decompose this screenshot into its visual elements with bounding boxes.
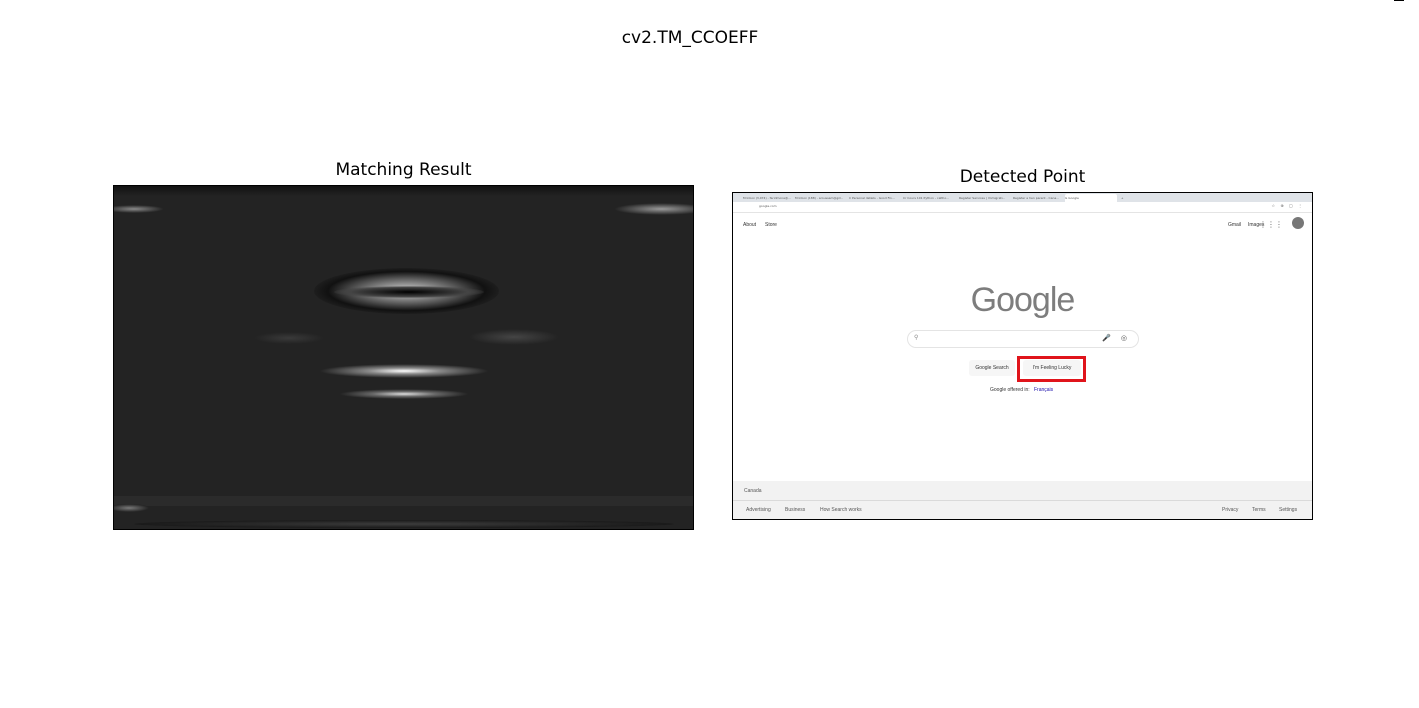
language-link[interactable]: Français [1034,387,1053,393]
advertising-link[interactable]: Advertising [746,507,771,513]
privacy-link[interactable]: Privacy [1222,507,1238,513]
browser-tab[interactable]: Register a hen parent - Cana... [1013,194,1061,202]
heat-streak-searchbar-left [254,332,324,344]
heat-streak-bottom-left [114,504,149,512]
browser-tab[interactable]: Cr Cours 101 Python - caltho... [903,194,951,202]
window-minimize-mark[interactable] [1394,0,1404,1]
footer-country: Canada [744,488,762,494]
apps-grid-icon[interactable]: ⋮⋮⋮ [1259,220,1283,229]
browser-tab[interactable]: C Personal details - Good Fin... [849,194,897,202]
avatar[interactable] [1292,217,1304,229]
matching-result-image [113,185,694,530]
about-link[interactable]: About [743,222,756,228]
url-text[interactable]: google.com [759,204,777,208]
heat-streak-top-right [614,203,693,215]
microphone-icon[interactable]: 🎤 [1102,334,1111,342]
browser-tab-active[interactable]: G Google [1065,194,1117,202]
google-logo: Google [970,281,1076,319]
heat-streak-buttons [319,364,489,378]
right-axis-title: Detected Point [959,167,1086,187]
detected-point-image: M Inbox (3,074) - faridmona@... M Inbox … [732,192,1313,520]
footer-divider [733,500,1312,501]
browser-url-bar[interactable]: google.com ☆ ⊕ ▢ ⋮ [733,202,1312,213]
heat-band-top [114,186,693,196]
heat-streak-bottom-band [134,520,674,528]
browser-tab[interactable]: M Inbox (188) - aroussam@gm... [795,194,843,202]
figure-title: cv2.TM_CCOEFF [621,28,759,48]
lens-icon[interactable]: ◎ [1121,334,1127,342]
offered-in-label: Google offered in: [990,387,1030,393]
terms-link[interactable]: Terms [1252,507,1266,513]
browser-tab[interactable]: Register Services | Immigrati... [959,194,1007,202]
browser-tab[interactable]: M Inbox (3,074) - faridmona@... [743,194,791,202]
settings-link[interactable]: Settings [1279,507,1297,513]
heat-streak-top-left [114,205,164,213]
google-search-button[interactable]: Google Search [969,360,1015,376]
business-link[interactable]: Business [785,507,805,513]
search-icon: ⚲ [914,334,919,341]
google-footer: Canada Advertising Business How Search w… [733,481,1312,519]
new-tab-button[interactable]: + [1121,194,1127,202]
left-axis-title: Matching Result [335,160,472,180]
gmail-link[interactable]: Gmail [1228,222,1241,228]
heat-peak-logo-inner [334,286,484,298]
heat-streak-searchbar-right [469,329,559,345]
browser-toolbar-icons[interactable]: ☆ ⊕ ▢ ⋮ [1271,203,1304,208]
browser-tab-strip: M Inbox (3,074) - faridmona@... M Inbox … [733,193,1312,202]
heat-band-footer [114,496,693,506]
search-input[interactable]: ⚲ 🎤 ◎ [907,330,1139,348]
heat-streak-offered [339,389,469,399]
store-link[interactable]: Store [765,222,777,228]
how-search-works-link[interactable]: How Search works [820,507,862,513]
detection-box [1017,356,1086,382]
